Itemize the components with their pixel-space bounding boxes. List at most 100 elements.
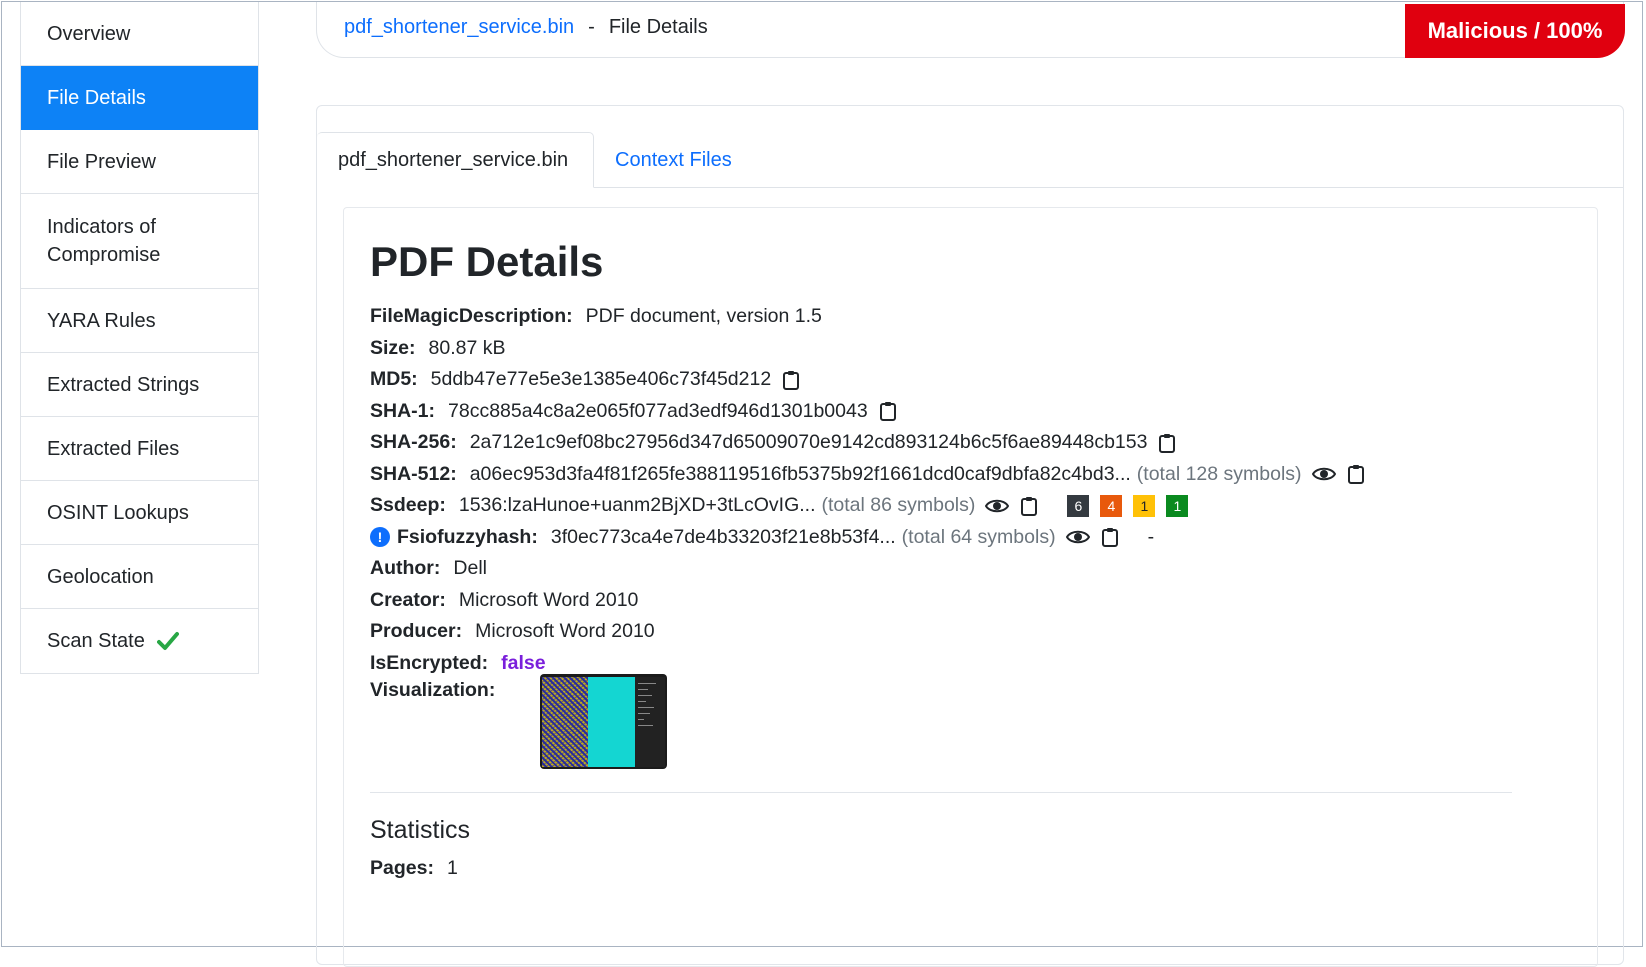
pdf-details-panel: PDF Details FileMagicDescription: PDF do… — [343, 207, 1598, 967]
detail-row-size: Size: 80.87 kB — [370, 333, 1570, 365]
check-icon — [156, 631, 179, 651]
tab-context-files[interactable]: Context Files — [594, 132, 753, 188]
detail-key: Pages: — [370, 857, 434, 879]
detail-row-sha1: SHA-1: 78cc885a4c8a2e065f077ad3edf946d13… — [370, 396, 1570, 428]
eye-icon[interactable] — [1065, 528, 1090, 546]
filename-link[interactable]: pdf_shortener_service.bin — [344, 16, 574, 38]
detail-row-md5: MD5: 5ddb47e77e5e3e1385e406c73f45d212 — [370, 364, 1570, 396]
file-details-card: pdf_shortener_service.bin Context Files … — [316, 105, 1624, 967]
detail-key: Creator: — [370, 588, 446, 611]
sidebar-item-label: YARA Rules — [47, 309, 156, 332]
detail-value: 5ddb47e77e5e3e1385e406c73f45d212 — [430, 368, 772, 391]
detail-key: Author: — [370, 557, 441, 580]
eye-icon[interactable] — [985, 497, 1010, 515]
detail-row-producer: Producer: Microsoft Word 2010 — [370, 616, 1570, 648]
detail-value: 3f0ec773ca4e7de4b33203f21e8b53f4... — [550, 525, 896, 548]
stat-row-pages: Pages: 1 — [370, 857, 458, 880]
detail-key: SHA-256: — [370, 431, 457, 454]
viz-entropy-overlay — [542, 677, 589, 767]
detail-key: Size: — [370, 336, 416, 359]
detail-value: 1536:lzaHunoe+uanm2BjXD+3tLcOvIG... — [458, 494, 816, 517]
detail-key: Ssdeep: — [370, 494, 446, 517]
detail-value: a06ec953d3fa4f81f265fe388119516fb5375b92… — [469, 462, 1131, 485]
match-count-badge[interactable]: 6 — [1067, 494, 1090, 517]
sidebar-item-overview[interactable]: Overview — [21, 2, 258, 66]
total-symbols: (total 86 symbols) — [821, 494, 976, 517]
details-list: FileMagicDescription: PDF document, vers… — [370, 301, 1570, 769]
detail-key: Fsiofuzzyhash: — [397, 525, 538, 548]
clipboard-icon[interactable] — [878, 400, 898, 422]
file-tabs: pdf_shortener_service.bin Context Files — [317, 132, 1623, 188]
detail-row-sha512: SHA-512: a06ec953d3fa4f81f265fe388119516… — [370, 459, 1570, 491]
total-symbols: (total 64 symbols) — [901, 525, 1056, 548]
detail-value: Microsoft Word 2010 — [458, 588, 639, 611]
sidebar-item-label: Extracted Files — [47, 437, 180, 460]
detail-key: Visualization: — [370, 679, 496, 701]
detail-row-file-magic: FileMagicDescription: PDF document, vers… — [370, 301, 1570, 333]
sidebar-item-file-details[interactable]: File Details — [21, 66, 258, 130]
clipboard-icon[interactable] — [1346, 463, 1366, 485]
clipboard-icon[interactable] — [1157, 432, 1177, 454]
detail-row-fsiofuzzyhash: ! Fsiofuzzyhash: 3f0ec773ca4e7de4b33203f… — [370, 522, 1570, 554]
detail-row-ssdeep: Ssdeep: 1536:lzaHunoe+uanm2BjXD+3tLcOvIG… — [370, 490, 1570, 522]
sidebar-item-indicators-of-compromise[interactable]: Indicators of Compromise — [21, 194, 258, 289]
tab-main-file[interactable]: pdf_shortener_service.bin — [317, 132, 594, 188]
verdict-badge: Malicious / 100% — [1405, 4, 1625, 58]
sidebar-item-label: Geolocation — [47, 565, 154, 588]
ssdeep-match-badges: 6 4 1 1 — [1067, 494, 1199, 517]
sidebar-item-scan-state[interactable]: Scan State — [21, 609, 258, 673]
sidebar-item-extracted-files[interactable]: Extracted Files — [21, 417, 258, 481]
viz-text-region — [635, 677, 666, 767]
sidebar-item-label: OSINT Lookups — [47, 501, 189, 524]
viz-uniform-region — [588, 677, 636, 767]
file-visualization-thumbnail[interactable] — [540, 674, 668, 769]
sidebar-item-label: Extracted Strings — [47, 373, 200, 396]
detail-value: 2a712e1c9ef08bc27956d347d65009070e9142cd… — [469, 431, 1148, 454]
match-count-badge[interactable]: 1 — [1133, 494, 1156, 517]
detail-value: false — [501, 651, 546, 674]
info-icon[interactable]: ! — [370, 527, 390, 548]
detail-row-visualization: Visualization: — [370, 674, 1570, 769]
detail-row-author: Author: Dell — [370, 553, 1570, 585]
breadcrumb-section: File Details — [608, 16, 708, 38]
detail-value: 78cc885a4c8a2e065f077ad3edf946d1301b0043 — [448, 399, 868, 422]
sidebar-item-label: Overview — [47, 22, 131, 45]
sidebar-item-label: File Preview — [47, 150, 156, 173]
sidebar-item-geolocation[interactable]: Geolocation — [21, 545, 258, 609]
detail-value: Dell — [453, 557, 487, 580]
file-header-bar: pdf_shortener_service.bin - File Details M… — [316, 2, 1625, 58]
sidebar-item-label: Indicators of Compromise — [47, 216, 161, 266]
detail-value: 1 — [446, 857, 458, 879]
sidebar-item-osint-lookups[interactable]: OSINT Lookups — [21, 481, 258, 545]
detail-key: SHA-512: — [370, 462, 457, 485]
detail-row-creator: Creator: Microsoft Word 2010 — [370, 585, 1570, 617]
detail-key: MD5: — [370, 368, 418, 391]
eye-icon[interactable] — [1311, 465, 1336, 483]
breadcrumb-separator: - — [588, 16, 595, 38]
clipboard-icon[interactable] — [1019, 495, 1039, 517]
detail-key: FileMagicDescription: — [370, 305, 573, 328]
sidebar-item-file-preview[interactable]: File Preview — [21, 130, 258, 194]
clipboard-icon[interactable] — [781, 369, 801, 391]
detail-row-sha256: SHA-256: 2a712e1c9ef08bc27956d347d650090… — [370, 427, 1570, 459]
match-count-badge[interactable]: 1 — [1166, 494, 1189, 517]
sidebar-nav: Overview File Details File Preview Indic… — [20, 2, 259, 674]
sidebar-item-label: Scan State — [47, 630, 145, 652]
detail-value: Microsoft Word 2010 — [475, 620, 655, 643]
detail-key: IsEncrypted: — [370, 651, 489, 674]
sidebar-item-yara-rules[interactable]: YARA Rules — [21, 289, 258, 353]
total-symbols: (total 128 symbols) — [1136, 462, 1302, 485]
detail-key: Producer: — [370, 620, 463, 643]
detail-value: PDF document, version 1.5 — [585, 305, 822, 328]
statistics-title: Statistics — [370, 816, 471, 844]
section-divider — [370, 792, 1512, 793]
detail-value: 80.87 kB — [428, 336, 506, 359]
detail-key: SHA-1: — [370, 399, 436, 422]
breadcrumb: pdf_shortener_service.bin - File Details — [344, 16, 708, 39]
page-title: PDF Details — [370, 238, 604, 285]
clipboard-icon[interactable] — [1100, 526, 1120, 548]
sidebar-item-extracted-strings[interactable]: Extracted Strings — [21, 353, 258, 417]
match-count-badge[interactable]: 4 — [1100, 494, 1123, 517]
sidebar-item-label: File Details — [47, 86, 146, 109]
fsio-match-placeholder: - — [1147, 525, 1155, 548]
